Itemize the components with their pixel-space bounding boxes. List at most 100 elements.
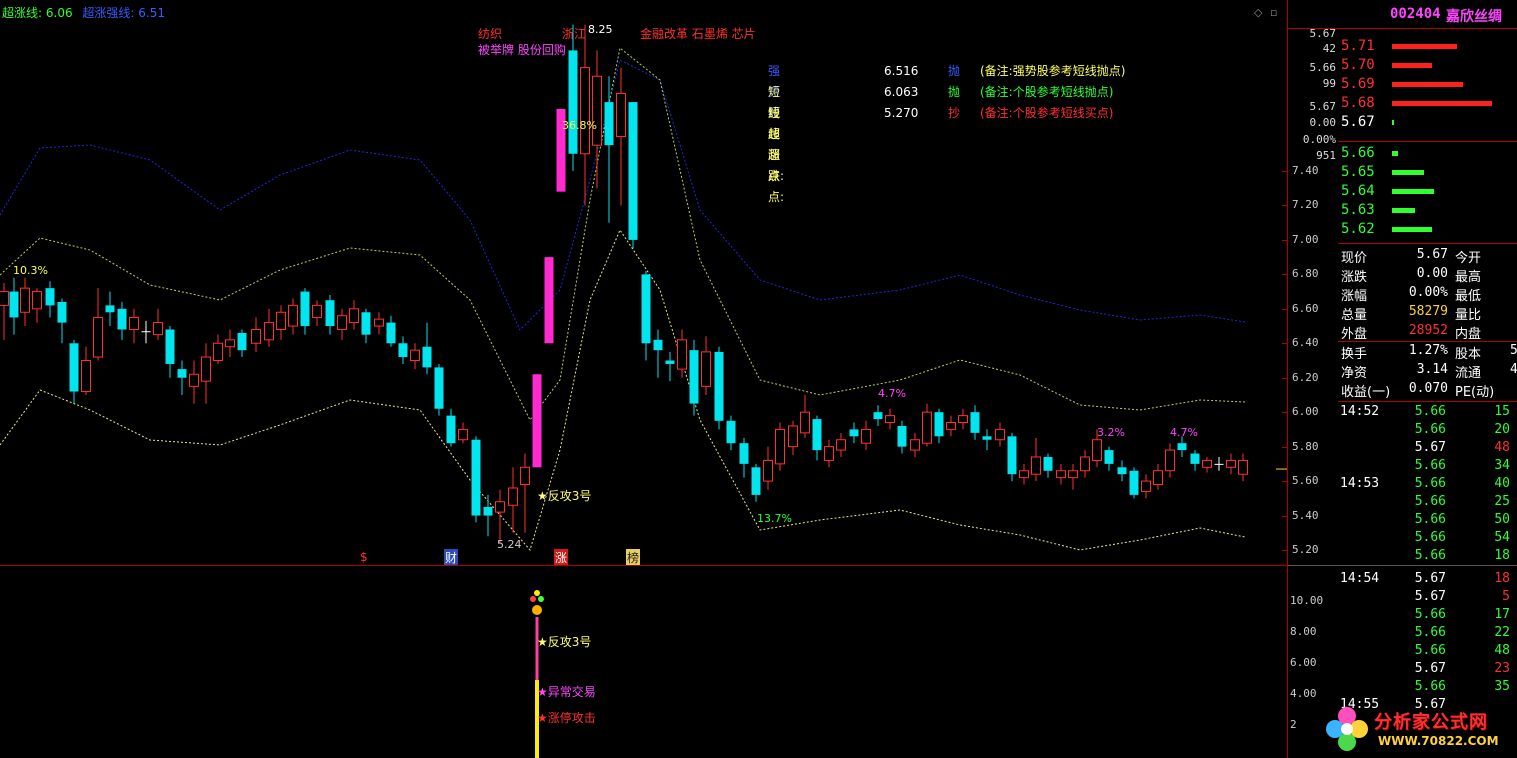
candle-body	[958, 415, 968, 424]
event-mark-rank[interactable]: 榜	[626, 549, 641, 566]
sell-order-price[interactable]: 5.67	[1341, 114, 1375, 130]
window-icon[interactable]: ▫	[1270, 6, 1277, 19]
signal-ball-icon	[532, 605, 542, 615]
signal-fangong: ★反攻3号	[537, 635, 592, 649]
buy-order-price[interactable]: 5.63	[1341, 202, 1375, 218]
indicator-line2-value: 6.51	[138, 6, 166, 20]
candle-body	[93, 316, 103, 358]
tick-time: 14:52	[1340, 404, 1380, 419]
quote-key: 最低	[1455, 289, 1482, 304]
candle-body	[1092, 439, 1102, 461]
tick-divider	[1288, 565, 1517, 566]
buy-order-price[interactable]: 5.66	[1341, 145, 1375, 161]
candle-body	[701, 351, 711, 387]
tick-volume: 48	[1494, 440, 1510, 455]
legend-value: 6.063	[884, 85, 919, 99]
buy-order-price[interactable]: 5.65	[1341, 164, 1375, 180]
buy-order-price[interactable]: 5.62	[1341, 221, 1375, 237]
candle-body	[1226, 459, 1236, 468]
candle-body	[410, 349, 420, 361]
quote-key: 最高	[1455, 270, 1482, 285]
sell-order-price[interactable]: 5.68	[1341, 95, 1375, 111]
panel-divider[interactable]	[1287, 0, 1288, 758]
stat-value: 3.14	[1416, 362, 1448, 377]
buy-order-price[interactable]: 5.64	[1341, 183, 1375, 199]
tick-price: 5.66	[1414, 458, 1446, 473]
sell-order-price[interactable]: 5.69	[1341, 76, 1375, 92]
stock-name: 嘉欣丝绸	[1446, 9, 1502, 25]
candle-body	[873, 412, 883, 420]
candle-body	[532, 374, 542, 468]
candle-body	[349, 308, 359, 324]
candle-body	[9, 291, 19, 318]
main-chart-area[interactable]: 超涨线: 6.06 超涨强线: 6.51 ◇ ▫ 纺织 被举牌 股份回购 浙江 …	[0, 0, 1287, 758]
tick-price: 5.66	[1414, 530, 1446, 545]
candle-body	[458, 428, 468, 441]
candle-body	[1080, 456, 1090, 472]
candle-body	[325, 300, 335, 327]
indicator-line1-label: 超涨线:	[2, 6, 43, 20]
tick-time: 14:54	[1340, 571, 1380, 586]
event-mark-dollar[interactable]: $	[360, 550, 368, 564]
candle-body	[1031, 456, 1041, 475]
order-axis-label: 0.00	[1309, 116, 1337, 129]
stat-key: 收益(一)	[1341, 385, 1391, 400]
candle-body	[714, 351, 724, 421]
quote-value: 0.00%	[1408, 285, 1448, 300]
candle-body	[788, 425, 798, 448]
candle-body	[81, 360, 91, 393]
candle-body	[508, 487, 518, 506]
quote-key: 现价	[1341, 251, 1368, 266]
candle-body	[288, 304, 298, 327]
buy-order-volume-bar	[1392, 170, 1424, 175]
candle-body	[520, 466, 530, 486]
sell-order-volume-bar	[1392, 101, 1492, 106]
tick-volume: 54	[1494, 530, 1510, 545]
candle-body	[604, 102, 614, 146]
stock-code: 002404	[1390, 6, 1441, 22]
price-tick: 5.40	[1292, 508, 1319, 522]
candle-body	[471, 439, 481, 516]
signal-dot-icon	[538, 596, 544, 602]
candle-body	[374, 318, 384, 327]
candle-body	[237, 332, 247, 351]
legend-action: 抛	[948, 64, 961, 78]
diamond-icon[interactable]: ◇	[1254, 6, 1262, 19]
candle-body	[982, 436, 992, 440]
legend-label: 短线超跌点:	[768, 106, 785, 204]
sell-order-price[interactable]: 5.71	[1341, 38, 1375, 54]
candle-body	[824, 446, 834, 461]
tick-volume: 25	[1494, 494, 1510, 509]
price-tick: 7.00	[1292, 232, 1319, 246]
event-mark-limit[interactable]: 涨	[554, 549, 569, 566]
sell-order-volume-bar	[1392, 82, 1463, 87]
order-axis-label: 5.67	[1309, 27, 1337, 40]
tick-volume: 48	[1494, 643, 1510, 658]
candle-body	[189, 373, 199, 387]
tick-price: 5.66	[1414, 607, 1446, 622]
candle-body	[995, 428, 1005, 441]
pct-a-label: 4.7%	[878, 387, 906, 400]
legend-action: 抄	[948, 106, 961, 120]
sell-order-price[interactable]: 5.70	[1341, 57, 1375, 73]
price-tick-mark	[1282, 205, 1287, 207]
pct-peak-label: 36.8%	[562, 119, 597, 132]
pct-c-label: 4.7%	[1170, 426, 1198, 439]
quote-key: 内盘	[1455, 327, 1482, 342]
flower-logo-icon	[1326, 707, 1368, 751]
chart-divider[interactable]	[0, 565, 1287, 566]
price-tick: 5.80	[1292, 439, 1319, 453]
candle-body	[1019, 470, 1029, 479]
candle-body	[361, 312, 371, 335]
tick-price: 5.67	[1414, 440, 1446, 455]
tick-volume: 22	[1494, 625, 1510, 640]
candle-body	[689, 350, 699, 404]
candle-body	[1117, 467, 1127, 475]
stock-header: 002404 嘉欣丝绸	[1288, 0, 1517, 29]
tick-volume: 15	[1494, 404, 1510, 419]
sub-tick: 4.00	[1290, 687, 1317, 700]
tick-price: 5.66	[1414, 625, 1446, 640]
price-tick-mark	[1282, 377, 1287, 379]
event-mark-finance[interactable]: 财	[444, 549, 459, 566]
candle-body	[483, 506, 493, 516]
